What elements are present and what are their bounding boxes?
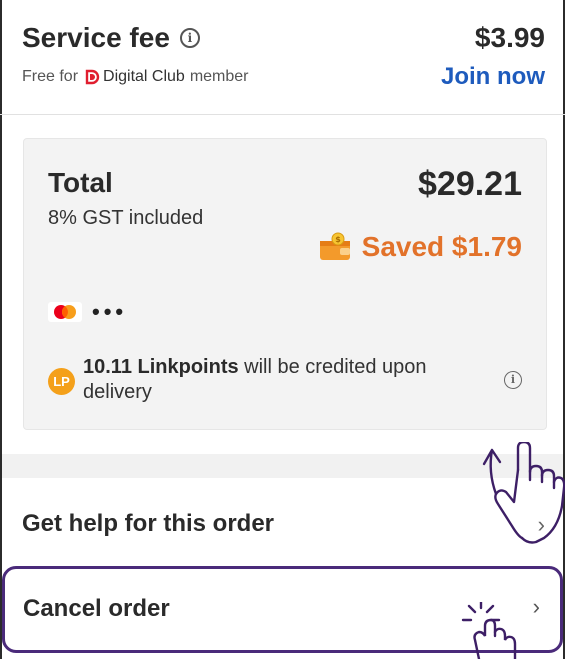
svg-text:$: $ [335, 235, 341, 244]
saved-amount: Saved $1.79 [361, 231, 522, 262]
gst-note: 8% GST included [48, 207, 204, 229]
total-label: Total [48, 167, 113, 198]
savings-row: $ Saved $1.79 [318, 231, 522, 263]
linkpoints-info-icon[interactable]: i [504, 371, 522, 389]
linkpoints-row: LP 10.11 Linkpoints will be credited upo… [48, 355, 524, 405]
join-now-link[interactable]: Join now [441, 63, 545, 91]
wallet-icon: $ [319, 232, 350, 260]
service-fee-note: Free for Digital Club member [22, 68, 249, 86]
member-text: member [189, 68, 249, 85]
service-fee-heading: Service fee i [22, 22, 200, 54]
digital-club-name: Digital Club [103, 68, 185, 85]
cancel-order-label: Cancel order [23, 595, 170, 622]
linkpoints-message: 10.11 Linkpoints will be credited upon d… [83, 355, 453, 405]
section-divider [0, 114, 565, 115]
info-icon[interactable]: i [179, 28, 200, 48]
tap-hand-icon [461, 602, 517, 659]
mastercard-icon [48, 302, 82, 322]
service-fee-label: Service fee [22, 22, 170, 53]
chevron-right-icon: › [532, 594, 540, 619]
total-summary-card: Total 8% GST included $29.21 $ Saved $1.… [23, 138, 547, 430]
swipe-up-hand-icon [482, 442, 565, 544]
masked-card-number: ••• [92, 299, 128, 324]
total-amount: $29.21 [418, 165, 522, 203]
digital-club-logo [85, 69, 100, 85]
linkpoints-amount: 10.11 Linkpoints [83, 356, 239, 378]
order-summary-panel: Service fee i Free for Digital Club memb… [0, 0, 565, 659]
get-help-label: Get help for this order [22, 510, 275, 537]
linkpoints-badge: LP [48, 368, 75, 395]
payment-method-row: ••• [48, 299, 127, 325]
service-fee-price: $3.99 [474, 22, 545, 53]
free-for-text: Free for [22, 68, 79, 85]
